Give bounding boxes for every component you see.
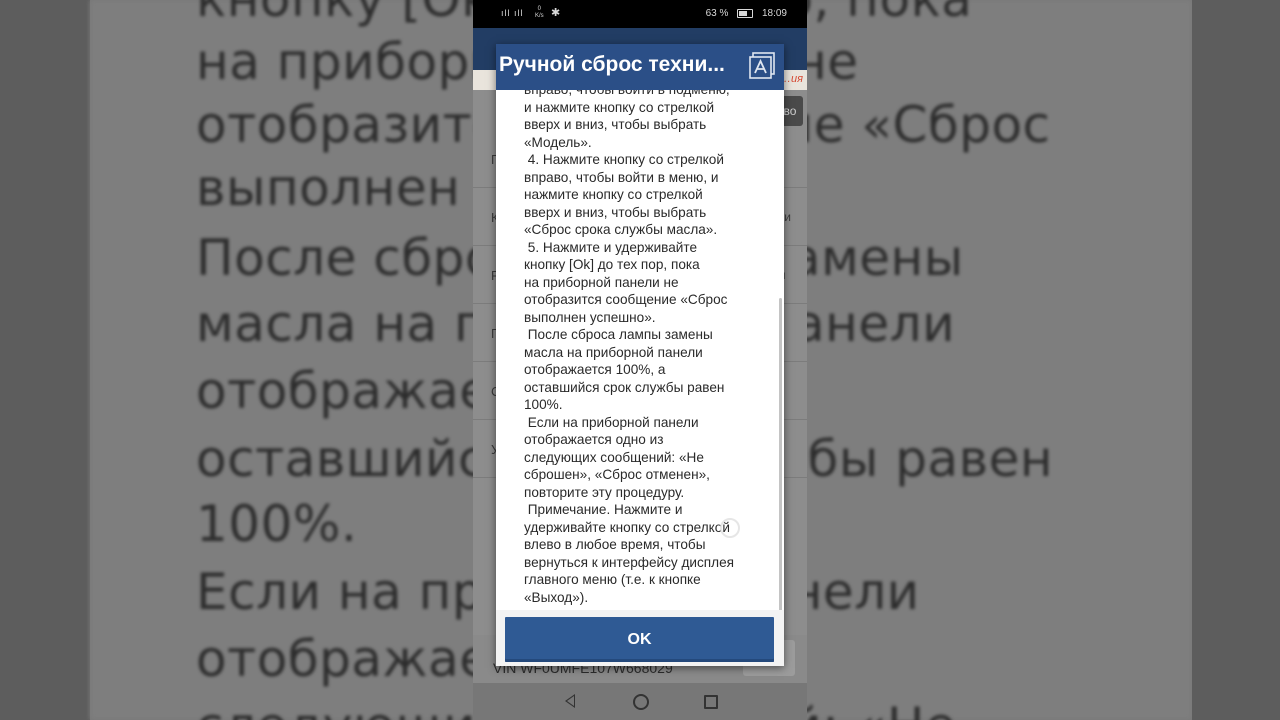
android-nav-bar: [473, 683, 807, 720]
backdrop-text-line: 100%.: [196, 495, 358, 553]
manual-reset-dialog: Ручной сброс техни... вправо, чтобы войт…: [496, 44, 784, 666]
status-bar: ıll ıll 0 K/s ✱ 63 % 18:09: [473, 0, 807, 28]
network-speed: 0 K/s: [535, 6, 544, 19]
backdrop-right-panel: [1192, 0, 1280, 720]
bluetooth-icon: ✱: [551, 7, 561, 19]
ok-button[interactable]: OK: [505, 617, 774, 662]
status-right: 63 % 18:09: [700, 8, 787, 19]
recent-apps-icon[interactable]: [704, 695, 718, 709]
home-icon[interactable]: [633, 694, 649, 710]
back-icon[interactable]: [565, 694, 575, 708]
battery-icon: [737, 8, 754, 18]
dialog-title: Ручной сброс техни...: [499, 53, 725, 76]
dialog-body[interactable]: вправо, чтобы войти в подменю, и нажмите…: [496, 90, 784, 610]
dialog-header: Ручной сброс техни...: [496, 44, 784, 90]
signal-icon: ıll ıll: [501, 8, 524, 18]
battery-percent: 63 %: [705, 8, 729, 19]
dialog-footer: OK: [496, 610, 784, 666]
translate-icon[interactable]: [748, 52, 776, 80]
loading-spinner-icon: [720, 518, 740, 538]
dialog-scrollbar[interactable]: [779, 298, 782, 610]
backdrop-left-panel: [0, 0, 90, 720]
clock: 18:09: [761, 8, 787, 19]
